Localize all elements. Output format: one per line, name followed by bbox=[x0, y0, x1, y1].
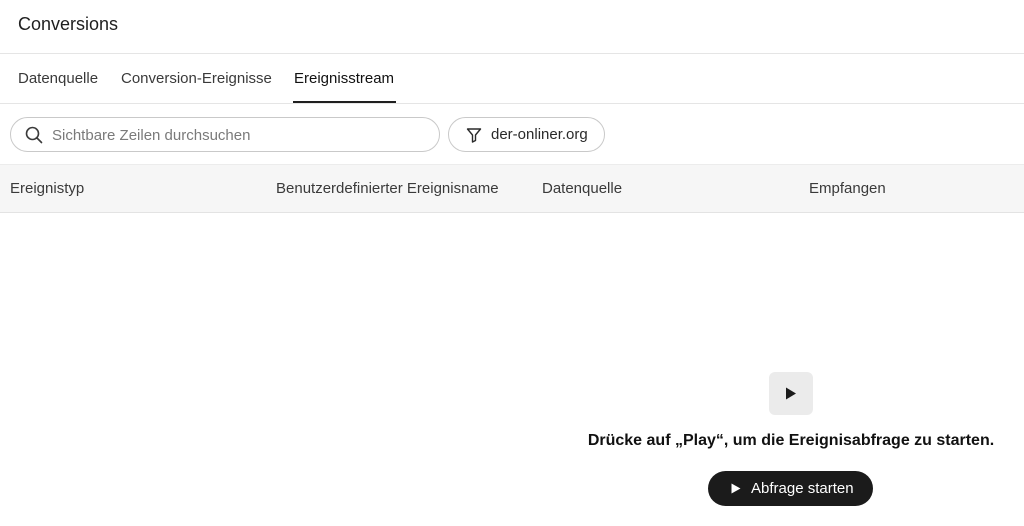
filter-chip-label: der-onliner.org bbox=[491, 126, 588, 143]
table-header: Ereignistyp Benutzerdefinierter Ereignis… bbox=[0, 164, 1024, 213]
filter-chip-data-source[interactable]: der-onliner.org bbox=[448, 117, 605, 152]
play-button[interactable] bbox=[769, 372, 813, 415]
filter-icon bbox=[466, 128, 482, 143]
search-input[interactable] bbox=[52, 124, 422, 146]
play-icon bbox=[786, 387, 796, 400]
play-icon bbox=[731, 483, 741, 494]
column-header-datenquelle[interactable]: Datenquelle bbox=[542, 180, 622, 198]
empty-state-message: Drücke auf „Play“, um die Ereignisabfrag… bbox=[587, 432, 995, 449]
active-tab-indicator bbox=[293, 101, 396, 103]
page-header: Conversions bbox=[0, 0, 1024, 54]
column-header-empfangen[interactable]: Empfangen bbox=[809, 180, 886, 198]
column-header-custom-event-name[interactable]: Benutzerdefinierter Ereignisname bbox=[276, 180, 499, 198]
search-icon bbox=[25, 126, 43, 144]
column-header-ereignistyp[interactable]: Ereignistyp bbox=[10, 180, 84, 198]
start-query-button[interactable]: Abfrage starten bbox=[708, 471, 873, 506]
page: Conversions Datenquelle Conversion-Ereig… bbox=[0, 0, 1024, 526]
search-box[interactable] bbox=[10, 117, 440, 152]
page-title: Conversions bbox=[18, 14, 119, 34]
tab-conversion-ereignisse[interactable]: Conversion-Ereignisse bbox=[121, 69, 272, 89]
tab-ereignisstream[interactable]: Ereignisstream bbox=[294, 69, 394, 89]
tab-datenquelle[interactable]: Datenquelle bbox=[18, 69, 98, 89]
start-query-button-label: Abfrage starten bbox=[751, 480, 854, 497]
tab-bar: Datenquelle Conversion-Ereignisse Ereign… bbox=[0, 54, 1024, 104]
